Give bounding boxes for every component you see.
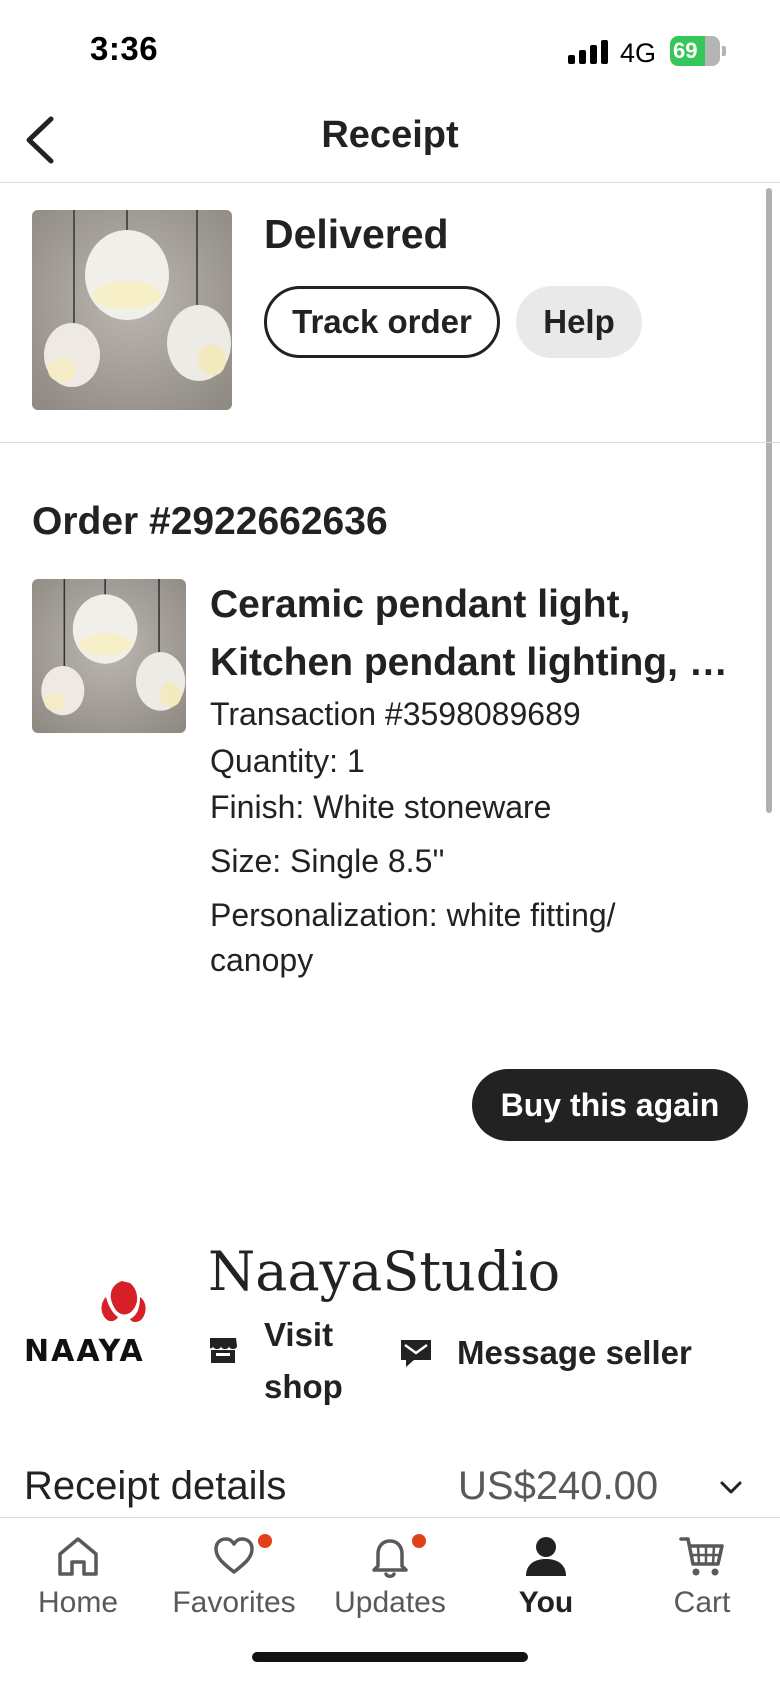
favorites-notification-dot: [258, 1534, 272, 1548]
battery-percent: 69: [673, 38, 698, 63]
signal-icon: [568, 40, 610, 64]
logo-text: NAAYA: [24, 1334, 145, 1369]
message-seller-button[interactable]: Message seller: [400, 1330, 720, 1378]
nav-updates-label: Updates: [334, 1586, 446, 1619]
status-time: 3:36: [90, 30, 159, 67]
buy-again-button[interactable]: Buy this again: [472, 1069, 748, 1141]
shop-logo[interactable]: NAAYA: [22, 1275, 178, 1385]
bell-icon: [372, 1539, 408, 1578]
page-title: Receipt: [321, 114, 459, 156]
nav-you[interactable]: You: [468, 1518, 624, 1628]
cart-icon: [679, 1537, 724, 1576]
nav-you-label: You: [518, 1586, 574, 1619]
product-thumbnail[interactable]: [32, 210, 232, 410]
home-icon: [58, 1537, 98, 1576]
personalization-line-1: Personalization: white fitting/: [210, 897, 616, 933]
pendant-lamps-image: [32, 579, 186, 733]
transaction-number: Transaction #3598089689: [210, 696, 581, 732]
battery-icon: 69: [670, 36, 726, 66]
nav-home-label: Home: [37, 1586, 119, 1619]
status-bar: 3:36 4G 69: [0, 0, 780, 100]
size-option: Size: Single 8.5'': [210, 843, 445, 879]
network-label: 4G: [620, 38, 657, 68]
quantity: Quantity: 1: [210, 743, 365, 779]
visit-shop-button[interactable]: Visit shop: [208, 1305, 358, 1413]
envelope-icon: [401, 1340, 431, 1367]
bottom-nav: Home Favorites Updates You Cart: [0, 1517, 780, 1688]
track-order-button[interactable]: Track order: [264, 286, 500, 358]
receipt-details-row[interactable]: Receipt details US$240.00: [0, 1460, 780, 1520]
visit-label-line-1: Visit: [264, 1316, 334, 1353]
item-title[interactable]: Ceramic pendant light, Kitchen pendant l…: [210, 576, 755, 692]
receipt-total: US$240.00: [458, 1464, 659, 1508]
delivery-status: Delivered: [264, 211, 449, 257]
home-indicator[interactable]: [252, 1652, 528, 1662]
finish-option: Finish: White stoneware: [210, 789, 552, 825]
help-button[interactable]: Help: [516, 286, 642, 358]
nav-favorites-label: Favorites: [172, 1586, 296, 1619]
chevron-down-icon: [720, 1481, 742, 1494]
pendant-lamps-image: [32, 210, 232, 410]
message-seller-label: Message seller: [457, 1334, 692, 1371]
naaya-logo: NAAYA: [24, 1281, 146, 1369]
shop-name[interactable]: NaayaStudio: [208, 1240, 560, 1303]
app-header: Receipt: [0, 100, 780, 183]
updates-notification-dot: [412, 1534, 426, 1548]
personalization-line-2: canopy: [210, 942, 314, 978]
delivery-status-section: Delivered Track order Help: [0, 183, 780, 443]
heart-icon: [214, 1537, 254, 1574]
nav-home[interactable]: Home: [0, 1518, 156, 1628]
item-title-line-2: Kitchen pendant lighting, Ceramic lamp: [210, 641, 755, 684]
item-title-line-1: Ceramic pendant light,: [210, 583, 631, 626]
receipt-details-label: Receipt details: [24, 1464, 287, 1508]
item-thumbnail[interactable]: [32, 579, 186, 733]
person-icon: [526, 1537, 566, 1576]
shop-icon: [210, 1338, 237, 1363]
nav-cart[interactable]: Cart: [624, 1518, 780, 1628]
visit-label-line-2: shop: [264, 1368, 343, 1405]
nav-cart-label: Cart: [673, 1586, 731, 1619]
order-number: Order #2922662636: [32, 500, 388, 543]
nav-favorites[interactable]: Favorites: [156, 1518, 312, 1628]
nav-updates[interactable]: Updates: [312, 1518, 468, 1628]
